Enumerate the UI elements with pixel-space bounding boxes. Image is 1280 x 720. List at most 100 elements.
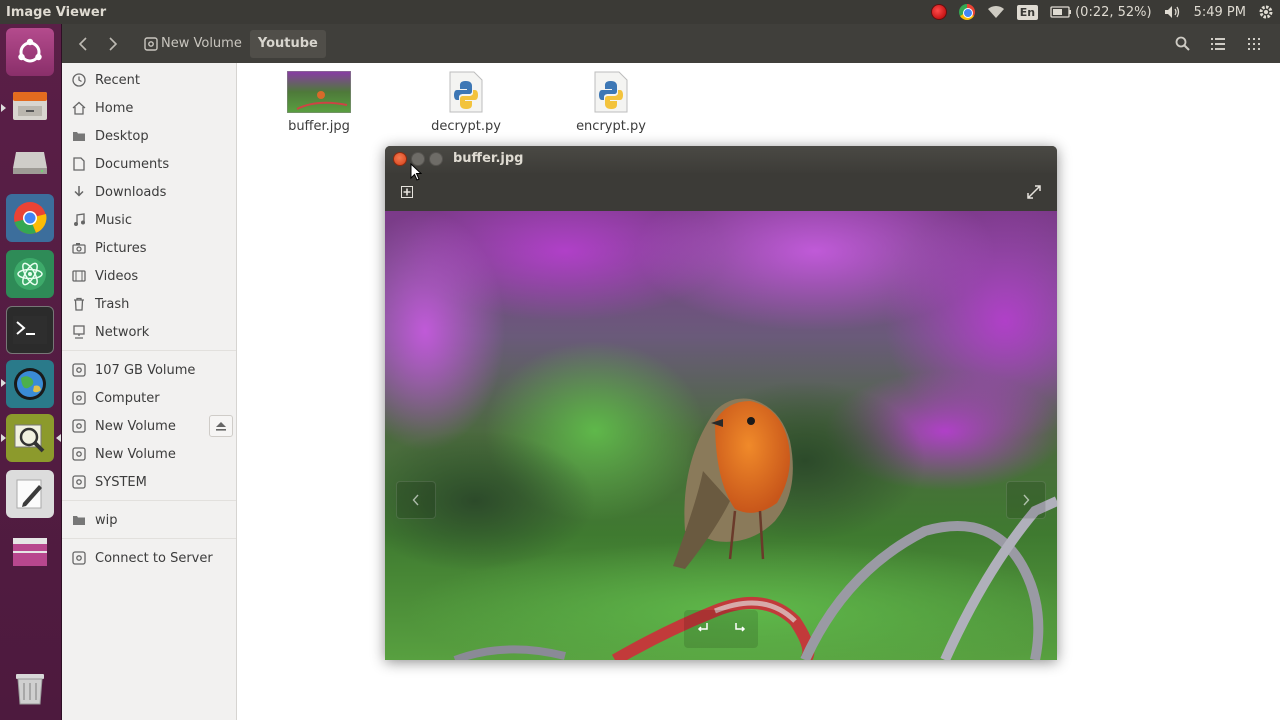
- back-button[interactable]: [68, 24, 98, 63]
- grid-view-button[interactable]: [1236, 29, 1272, 59]
- eject-icon: [216, 422, 226, 431]
- chrome-icon: [958, 4, 975, 20]
- breadcrumb-label: New Volume: [161, 36, 242, 51]
- keyboard-indicator[interactable]: En: [1011, 0, 1044, 24]
- download-icon: [71, 184, 87, 200]
- drive-icon: [71, 474, 87, 490]
- terminal-launcher[interactable]: [6, 306, 54, 354]
- drive-launcher[interactable]: [6, 136, 54, 184]
- previous-image-button[interactable]: [396, 481, 436, 519]
- magnifier-icon: [14, 424, 45, 453]
- file-name: decrypt.py: [431, 119, 501, 134]
- sidebar-item-new-volume[interactable]: New Volume: [62, 441, 237, 467]
- fullscreen-icon: [1027, 185, 1041, 199]
- rotate-right-button[interactable]: [733, 620, 747, 638]
- chevron-left-icon: [412, 494, 419, 506]
- clock-icon: [71, 72, 87, 88]
- sidebar-item-computer[interactable]: Computer: [62, 385, 237, 411]
- sidebar-item-pictures[interactable]: Pictures: [62, 235, 237, 261]
- hard-drive-icon: [13, 152, 47, 174]
- document-icon: [71, 156, 87, 172]
- chrome-launcher[interactable]: [6, 194, 54, 242]
- clock[interactable]: 5:49 PM: [1188, 0, 1252, 24]
- sidebar-item-documents[interactable]: Documents: [62, 151, 237, 177]
- sidebar-item-music[interactable]: Music: [62, 207, 237, 233]
- viewer-title: buffer.jpg: [453, 151, 524, 166]
- sidebar-item-label: Computer: [95, 390, 160, 406]
- chevron-right-icon: [1023, 494, 1030, 506]
- sidebar-item-downloads[interactable]: Downloads: [62, 179, 237, 205]
- sidebar-item-label: Desktop: [95, 128, 149, 144]
- file-item-buffer-jpg[interactable]: buffer.jpg: [259, 71, 379, 134]
- drive-icon: [71, 390, 87, 406]
- pencil-icon: [16, 479, 42, 509]
- sidebar-item-home[interactable]: Home: [62, 95, 237, 121]
- displayed-image: [385, 211, 1057, 660]
- battery-indicator[interactable]: (0:22, 52%): [1044, 0, 1158, 24]
- eject-button[interactable]: [209, 415, 233, 437]
- file-manager-launcher[interactable]: [6, 82, 54, 130]
- breadcrumb-new-volume[interactable]: New Volume: [136, 30, 250, 58]
- chevron-right-icon: [109, 36, 118, 51]
- active-app-title: Image Viewer: [6, 4, 107, 20]
- sidebar-item-videos[interactable]: Videos: [62, 263, 237, 289]
- file-name: buffer.jpg: [288, 119, 350, 134]
- home-icon: [71, 100, 87, 116]
- workspace-switcher-launcher[interactable]: [6, 528, 54, 576]
- sidebar-item-trash[interactable]: Trash: [62, 291, 237, 317]
- globe-app-launcher[interactable]: [6, 360, 54, 408]
- file-manager-header: New Volume Youtube: [62, 24, 1280, 63]
- music-note-icon: [71, 212, 87, 228]
- sidebar-item-new-volume-mounted[interactable]: New Volume: [62, 413, 237, 439]
- session-menu[interactable]: [1252, 0, 1280, 24]
- places-sidebar: Recent Home Desktop Documents Downloads …: [62, 63, 237, 720]
- next-image-button[interactable]: [1006, 481, 1046, 519]
- sidebar-item-label: Documents: [95, 156, 170, 172]
- record-icon: [930, 4, 947, 20]
- search-button[interactable]: [1164, 29, 1200, 59]
- trash-launcher[interactable]: [6, 664, 54, 712]
- dash-home-launcher[interactable]: [6, 28, 54, 76]
- wifi-indicator[interactable]: [981, 0, 1011, 24]
- image-viewer-launcher[interactable]: [6, 414, 54, 462]
- trash-icon: [16, 674, 44, 705]
- file-item-decrypt-py[interactable]: decrypt.py: [406, 71, 526, 134]
- drive-icon: [144, 36, 158, 51]
- breadcrumb-youtube[interactable]: Youtube: [249, 29, 326, 58]
- volume-icon: [1164, 6, 1179, 18]
- maximize-button[interactable]: [429, 152, 443, 166]
- atom-launcher[interactable]: [6, 250, 54, 298]
- pointer-icon: [410, 162, 423, 181]
- close-button[interactable]: [393, 152, 407, 166]
- file-name: encrypt.py: [576, 119, 646, 134]
- forward-button[interactable]: [98, 24, 128, 63]
- ubuntu-logo-icon: [18, 38, 42, 63]
- top-panel: Image Viewer En (0:22, 52%) 5:49 PM: [0, 0, 1280, 24]
- sound-indicator[interactable]: [1158, 0, 1188, 24]
- image-gallery-button[interactable]: [394, 179, 420, 205]
- fullscreen-button[interactable]: [1021, 179, 1047, 205]
- chrome-indicator[interactable]: [953, 0, 981, 24]
- viewer-titlebar[interactable]: buffer.jpg: [385, 146, 1057, 173]
- sidebar-item-recent[interactable]: Recent: [62, 67, 237, 93]
- film-icon: [71, 268, 87, 284]
- sidebar-item-network[interactable]: Network: [62, 319, 237, 345]
- sidebar-item-107gb-volume[interactable]: 107 GB Volume: [62, 357, 237, 383]
- viewer-toolbar: [385, 173, 1057, 211]
- record-indicator[interactable]: [925, 0, 953, 24]
- sidebar-item-system[interactable]: SYSTEM: [62, 469, 237, 495]
- sidebar-item-label: New Volume: [95, 418, 176, 434]
- rotate-controls: [684, 610, 758, 648]
- unity-launcher: [0, 24, 62, 720]
- folder-icon: [71, 512, 87, 528]
- sidebar-item-label: Trash: [95, 296, 130, 312]
- file-item-encrypt-py[interactable]: encrypt.py: [551, 71, 671, 134]
- sidebar-divider: [62, 500, 236, 501]
- keyboard-layout-label: En: [1016, 4, 1039, 20]
- sidebar-item-desktop[interactable]: Desktop: [62, 123, 237, 149]
- text-editor-launcher[interactable]: [6, 470, 54, 518]
- list-view-button[interactable]: [1200, 29, 1236, 59]
- rotate-left-button[interactable]: [696, 620, 710, 638]
- sidebar-item-wip[interactable]: wip: [62, 507, 237, 533]
- sidebar-item-connect-to-server[interactable]: Connect to Server: [62, 545, 237, 571]
